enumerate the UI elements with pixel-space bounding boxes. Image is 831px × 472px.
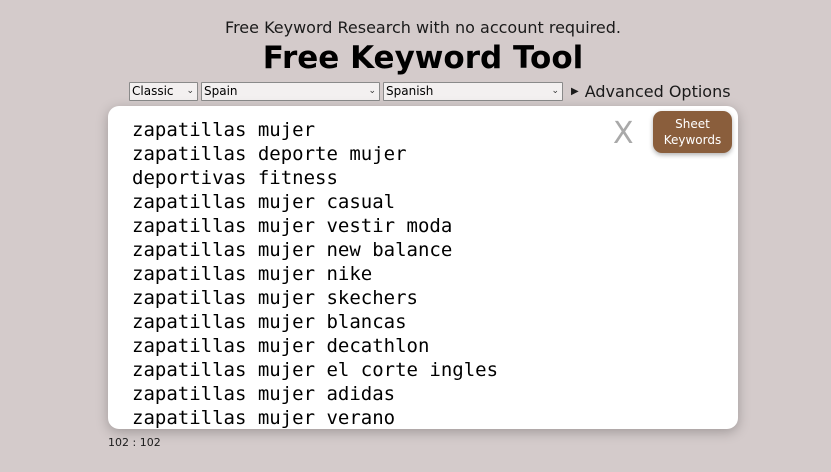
keyword-line: zapatillas mujer new balance bbox=[132, 239, 453, 261]
mode-select-value: Classic bbox=[132, 84, 174, 98]
keyword-input-panel[interactable]: zapatillas mujer zapatillas deporte muje… bbox=[108, 106, 738, 429]
page-subtitle: Free Keyword Research with no account re… bbox=[225, 18, 621, 37]
chevron-down-icon: ⌄ bbox=[551, 86, 559, 96]
country-select[interactable]: Spain ⌄ bbox=[201, 81, 380, 101]
sheet-keywords-button[interactable]: Sheet Keywords bbox=[653, 111, 732, 153]
keyword-line: zapatillas mujer adidas bbox=[132, 383, 396, 405]
sheet-keywords-label: Sheet Keywords bbox=[663, 117, 722, 147]
mode-select[interactable]: Classic ⌄ bbox=[129, 81, 198, 101]
keyword-line: zapatillas mujer nike bbox=[132, 263, 373, 285]
chevron-down-icon: ⌄ bbox=[368, 86, 376, 96]
keyword-line: zapatillas mujer skechers bbox=[132, 287, 418, 309]
options-bar: Classic ⌄ Spain ⌄ Spanish ⌄ ▶ Advanced O… bbox=[129, 81, 731, 101]
country-select-value: Spain bbox=[204, 84, 238, 98]
keyword-line: zapatillas deporte mujer bbox=[132, 143, 407, 165]
clear-button[interactable]: X bbox=[613, 116, 634, 151]
keyword-line: zapatillas mujer vestir moda bbox=[132, 215, 453, 237]
keyword-line: zapatillas mujer blancas bbox=[132, 311, 407, 333]
language-select-value: Spanish bbox=[386, 84, 434, 98]
language-select[interactable]: Spanish ⌄ bbox=[383, 81, 563, 101]
advanced-options-label: Advanced Options bbox=[584, 81, 731, 101]
triangle-right-icon: ▶ bbox=[571, 85, 579, 97]
keyword-counter: 102 : 102 bbox=[108, 436, 161, 449]
keyword-line: zapatillas mujer casual bbox=[132, 191, 396, 213]
chevron-down-icon: ⌄ bbox=[186, 86, 194, 96]
advanced-options-toggle[interactable]: ▶ Advanced Options bbox=[571, 82, 731, 101]
keyword-line: zapatillas mujer bbox=[132, 119, 316, 141]
keyword-line: zapatillas mujer decathlon bbox=[132, 335, 430, 357]
keyword-line: zapatillas mujer verano bbox=[132, 407, 396, 429]
keyword-line: deportivas fitness bbox=[132, 167, 338, 189]
keyword-list[interactable]: zapatillas mujer zapatillas deporte muje… bbox=[132, 118, 612, 429]
page-title: Free Keyword Tool bbox=[262, 40, 584, 76]
keyword-line: zapatillas mujer el corte ingles bbox=[132, 359, 499, 381]
